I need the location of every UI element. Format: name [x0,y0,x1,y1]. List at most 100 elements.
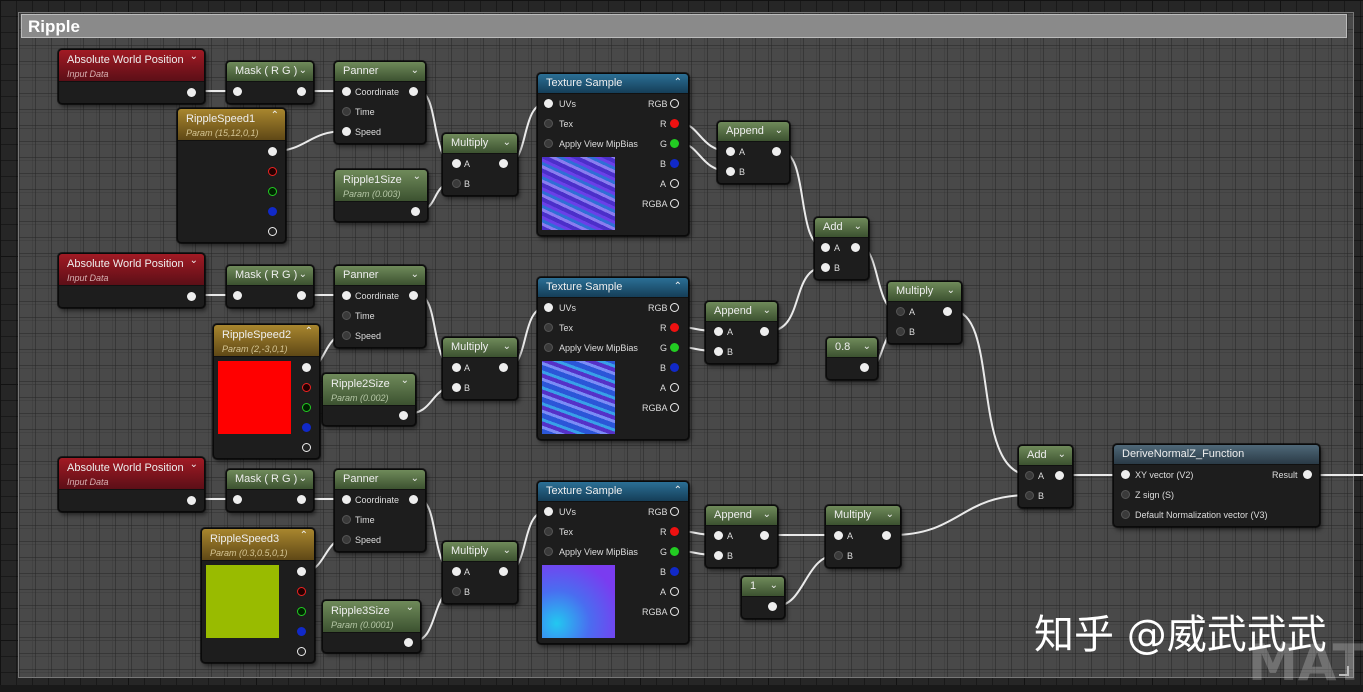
a-output-pin[interactable] [670,179,679,188]
r-output-pin[interactable] [670,527,679,536]
input-pin[interactable] [233,291,242,300]
time-input-pin[interactable] [342,107,351,116]
mipbias-input-pin[interactable] [544,343,553,352]
default-normalization-input-pin[interactable] [1121,510,1130,519]
z-sign-input-pin[interactable] [1121,490,1130,499]
panner-node-3[interactable]: Panner ⌄ Coordinate Time Speed [334,469,426,552]
uvs-input-pin[interactable] [544,99,553,108]
output-pin[interactable] [409,87,418,96]
mipbias-input-pin[interactable] [544,547,553,556]
speed-input-pin[interactable] [342,331,351,340]
panner-node-2[interactable]: Panner ⌄ Coordinate Time Speed [334,265,426,348]
a-input-pin[interactable] [714,531,723,540]
output-pin[interactable] [187,496,196,505]
chevron-up-icon[interactable]: ⌃ [300,529,308,543]
chevron-down-icon[interactable]: ⌄ [299,470,307,488]
chevron-down-icon[interactable]: ⌄ [190,254,198,268]
b-output-pin[interactable] [670,567,679,576]
b-output-pin[interactable] [268,207,277,216]
ripple2-size-node[interactable]: Ripple2Size Param (0.002) ⌄ [322,373,416,426]
r-output-pin[interactable] [670,119,679,128]
a-input-pin[interactable] [714,327,723,336]
output-pin[interactable] [297,495,306,504]
output-pin[interactable] [409,291,418,300]
b-input-pin[interactable] [834,551,843,560]
panner-node-1[interactable]: Panner ⌄ Coordinate Time Speed [334,61,426,144]
output-pin[interactable] [187,88,196,97]
chevron-down-icon[interactable]: ⌄ [854,218,862,236]
b-input-pin[interactable] [452,587,461,596]
b-output-pin[interactable] [670,363,679,372]
chevron-down-icon[interactable]: ⌄ [401,374,409,388]
chevron-up-icon[interactable]: ⌃ [674,74,682,92]
add-node-2[interactable]: Add ⌄ A B [1018,445,1073,508]
output-pin[interactable] [297,87,306,96]
mask-rg-node-1[interactable]: Mask ( R G ) ⌄ [226,61,314,104]
output-pin[interactable] [499,363,508,372]
chevron-down-icon[interactable]: ⌄ [770,577,778,595]
ripple-speed3-node[interactable]: RippleSpeed3 Param (0.3,0.5,0,1) ⌃ [201,528,315,663]
output-pin[interactable] [768,602,777,611]
ripple-speed1-node[interactable]: RippleSpeed1 Param (15,12,0,1) ⌃ [177,108,286,243]
coordinate-input-pin[interactable] [342,495,351,504]
chevron-down-icon[interactable]: ⌄ [1058,446,1066,464]
texture-sample-node-3[interactable]: Texture Sample ⌃ UVs Tex Apply View MipBi… [537,481,689,644]
b-input-pin[interactable] [821,263,830,272]
output-pin[interactable] [187,292,196,301]
speed-input-pin[interactable] [342,127,351,136]
texture-sample-node-2[interactable]: Texture Sample ⌃ UVs Tex Apply View MipBi… [537,277,689,440]
chevron-up-icon[interactable]: ⌃ [305,325,313,339]
output-pin[interactable] [760,531,769,540]
chevron-down-icon[interactable]: ⌄ [190,458,198,472]
append-node-2[interactable]: Append ⌄ A B [705,301,778,364]
coordinate-input-pin[interactable] [342,87,351,96]
output-pin[interactable] [1055,471,1064,480]
chevron-down-icon[interactable]: ⌄ [411,470,419,488]
constant-0-8-node[interactable]: 0.8 ⌄ [826,337,878,380]
ripple3-size-node[interactable]: Ripple3Size Param (0.0001) ⌄ [322,600,421,653]
ripple1-size-node[interactable]: Ripple1Size Param (0.003) ⌄ [334,169,428,222]
rgb-output-pin[interactable] [302,363,311,372]
r-output-pin[interactable] [302,383,311,392]
b-output-pin[interactable] [670,159,679,168]
output-pin[interactable] [943,307,952,316]
rgb-output-pin[interactable] [670,507,679,516]
a-output-pin[interactable] [670,383,679,392]
g-output-pin[interactable] [268,187,277,196]
rgb-output-pin[interactable] [670,99,679,108]
ripple-speed2-node[interactable]: RippleSpeed2 Param (2,-3,0,1) ⌃ [213,324,320,459]
add-node-1[interactable]: Add ⌄ A B [814,217,869,280]
multiply-node-2[interactable]: Multiply ⌄ A B [442,337,518,400]
chevron-down-icon[interactable]: ⌄ [503,542,511,560]
a-input-pin[interactable] [726,147,735,156]
absolute-world-position-node-3[interactable]: Absolute World Position Input Data ⌄ [58,457,205,512]
output-pin[interactable] [760,327,769,336]
a-input-pin[interactable] [452,159,461,168]
chevron-down-icon[interactable]: ⌄ [763,506,771,524]
coordinate-input-pin[interactable] [342,291,351,300]
multiply-node-5[interactable]: Multiply ⌄ A B [825,505,901,568]
tex-input-pin[interactable] [544,527,553,536]
uvs-input-pin[interactable] [544,507,553,516]
xy-vector-input-pin[interactable] [1121,470,1130,479]
b-input-pin[interactable] [726,167,735,176]
output-pin[interactable] [297,291,306,300]
b-input-pin[interactable] [714,347,723,356]
r-output-pin[interactable] [670,323,679,332]
chevron-down-icon[interactable]: ⌄ [886,506,894,524]
a-output-pin[interactable] [670,587,679,596]
b-input-pin[interactable] [452,383,461,392]
resize-handle-icon[interactable] [1339,666,1349,676]
g-output-pin[interactable] [297,607,306,616]
multiply-node-3[interactable]: Multiply ⌄ A B [442,541,518,604]
chevron-down-icon[interactable]: ⌄ [411,266,419,284]
chevron-down-icon[interactable]: ⌄ [863,338,871,356]
multiply-node-4[interactable]: Multiply ⌄ A B [887,281,962,344]
g-output-pin[interactable] [302,403,311,412]
chevron-up-icon[interactable]: ⌃ [674,278,682,296]
output-pin[interactable] [882,531,891,540]
input-pin[interactable] [233,87,242,96]
b-input-pin[interactable] [714,551,723,560]
derive-normal-z-node[interactable]: DeriveNormalZ_Function XY vector (V2) Re… [1113,444,1320,527]
a-input-pin[interactable] [896,307,905,316]
